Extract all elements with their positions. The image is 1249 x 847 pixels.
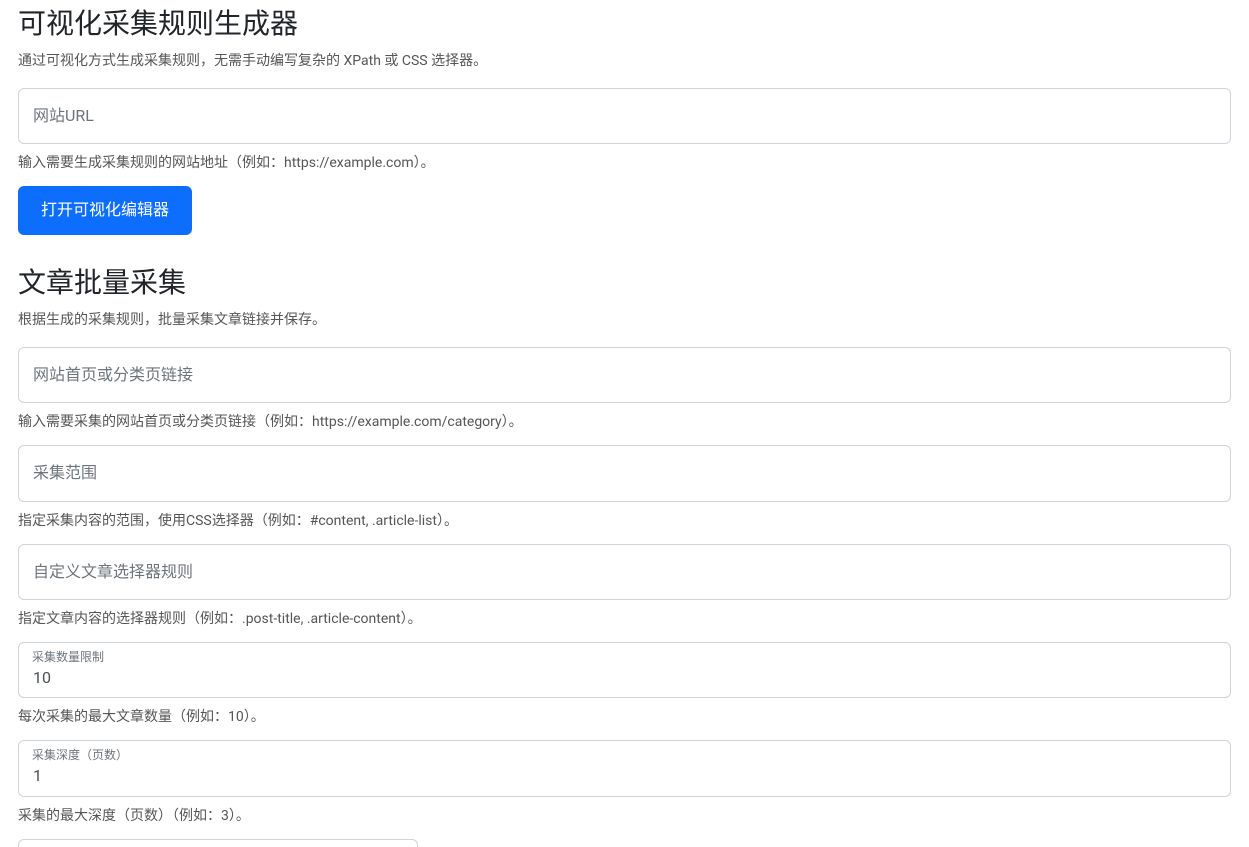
selector-rule-helper: 指定文章内容的选择器规则（例如：.post-title, .article-co… xyxy=(18,608,1231,628)
scope-helper: 指定采集内容的范围，使用CSS选择器（例如：#content, .article… xyxy=(18,510,1231,530)
homepage-url-input[interactable] xyxy=(18,347,1231,403)
open-visual-editor-button[interactable]: 打开可视化编辑器 xyxy=(18,186,192,234)
section1-title: 可视化采集规则生成器 xyxy=(18,2,1231,42)
scope-input[interactable] xyxy=(18,445,1231,501)
section2-title: 文章批量采集 xyxy=(18,261,1231,301)
section1-desc: 通过可视化方式生成采集规则，无需手动编写复杂的 XPath 或 CSS 选择器。 xyxy=(18,50,1231,70)
partial-next-field xyxy=(18,839,418,847)
section2-desc: 根据生成的采集规则，批量采集文章链接并保存。 xyxy=(18,309,1231,329)
selector-rule-input[interactable] xyxy=(18,544,1231,600)
website-url-input[interactable] xyxy=(18,88,1231,144)
limit-helper: 每次采集的最大文章数量（例如：10）。 xyxy=(18,706,1231,726)
limit-input[interactable] xyxy=(18,642,1231,698)
website-url-helper: 输入需要生成采集规则的网站地址（例如：https://example.com）。 xyxy=(18,152,1231,172)
depth-input[interactable] xyxy=(18,740,1231,796)
homepage-url-helper: 输入需要采集的网站首页或分类页链接（例如：https://example.com… xyxy=(18,411,1231,431)
depth-helper: 采集的最大深度（页数）（例如：3）。 xyxy=(18,805,1231,825)
